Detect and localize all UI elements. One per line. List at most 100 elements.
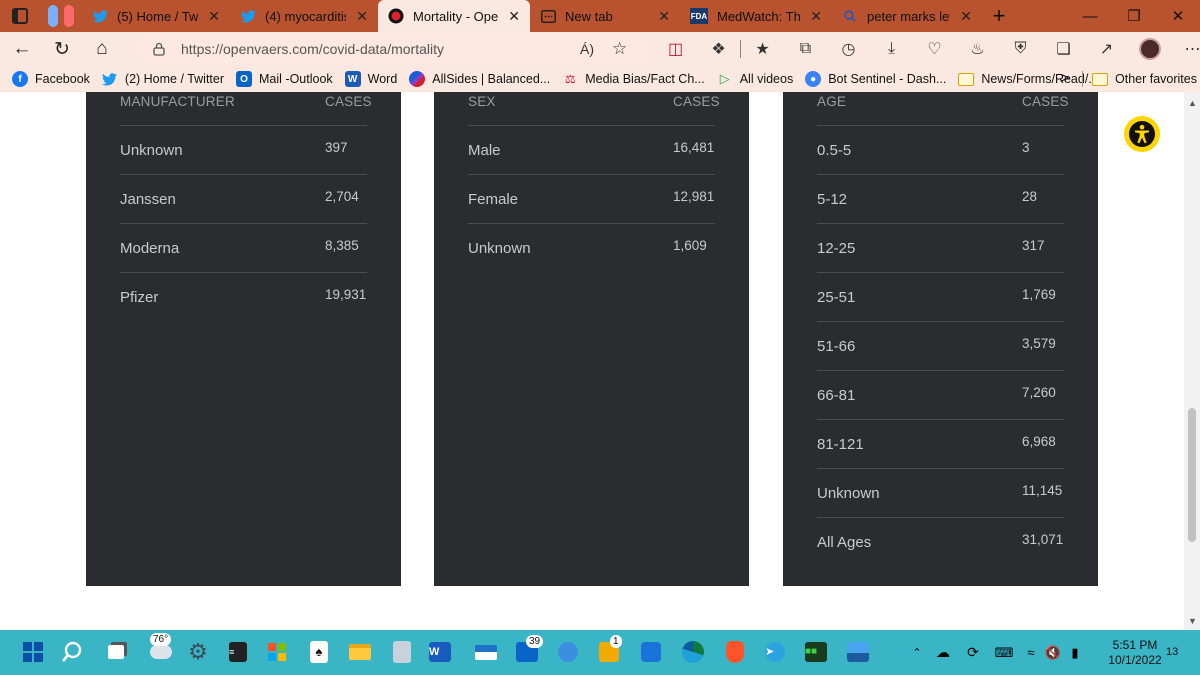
word-app[interactable]: W: [427, 639, 453, 665]
tab-medwatch[interactable]: FDA MedWatch: The FI ✕: [680, 0, 832, 32]
downloads-icon[interactable]: ⤓: [870, 40, 913, 58]
close-icon[interactable]: ✕: [658, 8, 670, 25]
row-divider: [817, 370, 1064, 371]
page-scrollbar[interactable]: ▲ ▼: [1184, 92, 1200, 630]
tab-label: Mortality - OpenV: [413, 8, 499, 24]
calculator-icon: ≡: [229, 642, 247, 662]
taskbar-clock[interactable]: 5:51 PM 10/1/2022: [1106, 638, 1164, 668]
sync-icon[interactable]: ⟳: [958, 644, 988, 661]
favorite-facebook[interactable]: f Facebook: [12, 71, 90, 87]
address-bar[interactable]: https://openvaers.com/covid-data/mortali…: [138, 35, 648, 63]
photos-app[interactable]: [845, 639, 871, 665]
favorite-outlook[interactable]: O Mail -Outlook: [236, 71, 333, 87]
close-icon[interactable]: ✕: [508, 8, 520, 25]
keyboard-icon[interactable]: ⌨: [988, 645, 1020, 661]
tab-new-tab[interactable]: New tab ✕: [530, 0, 680, 32]
health-icon[interactable]: ♡: [913, 39, 956, 59]
settings-app[interactable]: ⚙: [185, 639, 211, 665]
scroll-up-icon[interactable]: ▲: [1188, 98, 1197, 108]
read-aloud-icon[interactable]: Á): [580, 41, 594, 57]
favorite-allsides[interactable]: AllSides | Balanced...: [409, 71, 550, 87]
screenshot-icon[interactable]: ❏: [1042, 39, 1085, 59]
lock-icon[interactable]: [152, 42, 166, 56]
row-divider: [817, 174, 1064, 175]
focus-app[interactable]: [638, 639, 664, 665]
wifi-icon[interactable]: ≈: [1020, 645, 1042, 660]
close-icon[interactable]: ✕: [960, 8, 972, 25]
stocks-app[interactable]: ■■: [803, 639, 829, 665]
scroll-down-icon[interactable]: ▼: [1188, 616, 1197, 626]
refresh-icon: ↻: [54, 38, 70, 60]
favorite-mbfc[interactable]: ⚖ Media Bias/Fact Ch...: [562, 71, 705, 87]
favorite-twitter-home[interactable]: (2) Home / Twitter: [102, 71, 224, 87]
volume-muted-icon[interactable]: 🔇: [1042, 645, 1064, 661]
tab-actions-button[interactable]: [0, 0, 40, 32]
history-icon[interactable]: ◷: [827, 39, 870, 59]
favorite-bot-sentinel[interactable]: ● Bot Sentinel - Dash...: [805, 71, 946, 87]
mail-app[interactable]: [473, 639, 499, 665]
more-menu-icon[interactable]: ⋯: [1171, 39, 1200, 59]
file-explorer-app[interactable]: [347, 639, 373, 665]
favorites-icon[interactable]: ★: [741, 39, 784, 59]
tab-twitter-home[interactable]: (5) Home / Twitter ✕: [82, 0, 230, 32]
favorite-word[interactable]: W Word: [344, 71, 398, 87]
notifications-icon[interactable]: ♨: [956, 39, 999, 59]
calculator-app[interactable]: ≡: [225, 639, 251, 665]
messaging-app[interactable]: [555, 639, 581, 665]
accessibility-button[interactable]: [1124, 116, 1160, 152]
tab-peter-marks-search[interactable]: peter marks letter ✕: [832, 0, 982, 32]
edge-app[interactable]: [680, 639, 706, 665]
tray-overflow-icon[interactable]: ⌃: [906, 646, 928, 659]
task-view-button[interactable]: [103, 639, 129, 665]
scroll-thumb[interactable]: [1188, 408, 1196, 542]
table-row-value: 11,145: [1022, 483, 1063, 498]
window-close-icon[interactable]: ✕: [1156, 0, 1200, 32]
tab-group-blue[interactable]: [48, 5, 58, 27]
favorite-all-videos[interactable]: ▷ All videos: [717, 71, 794, 87]
close-icon[interactable]: ✕: [356, 8, 368, 25]
favorite-label: Word: [367, 72, 398, 86]
facebook-icon: f: [12, 71, 28, 87]
brave-app[interactable]: [722, 639, 748, 665]
home-button[interactable]: ⌂: [84, 34, 120, 64]
favorite-label: All videos: [739, 72, 794, 86]
collections-icon[interactable]: ⧉: [784, 40, 827, 58]
photos-icon: [847, 642, 869, 662]
store-app[interactable]: [264, 639, 290, 665]
weather-widget[interactable]: 76°: [146, 633, 176, 665]
other-favorites[interactable]: Other favorites: [1092, 71, 1197, 87]
close-icon[interactable]: ✕: [208, 8, 220, 25]
back-button[interactable]: ←: [4, 34, 40, 64]
onedrive-icon[interactable]: ☁: [928, 644, 958, 661]
tab-group-red[interactable]: [64, 5, 74, 27]
solitaire-app[interactable]: ♠: [306, 639, 332, 665]
refresh-button[interactable]: ↻: [44, 34, 80, 64]
table-row-value: 3,579: [1022, 336, 1056, 351]
manufacturer-panel: MANUFACTURER CASES Unknown 397 Janssen 2…: [86, 92, 401, 586]
calc-app[interactable]: [389, 639, 415, 665]
favorites-overflow-button[interactable]: >: [1060, 70, 1069, 88]
browser-essentials-icon[interactable]: ⛨: [999, 40, 1042, 58]
start-button[interactable]: [20, 639, 46, 665]
weather-temp: 76°: [150, 633, 172, 646]
minimize-icon[interactable]: —: [1068, 0, 1112, 32]
avatar[interactable]: [1128, 38, 1171, 60]
telegram-app[interactable]: ➤: [762, 639, 788, 665]
search-button[interactable]: [59, 639, 85, 665]
share-icon[interactable]: ↗: [1085, 39, 1128, 59]
battery-icon[interactable]: ▮: [1064, 645, 1086, 661]
extensions-icon[interactable]: ❖: [697, 39, 740, 59]
tab-mortality-openvaers[interactable]: Mortality - OpenV ✕: [378, 0, 530, 32]
favorite-news-folder[interactable]: News/Forms/Read/...: [958, 71, 1099, 87]
ublock-icon[interactable]: ◫: [654, 39, 697, 59]
notification-count[interactable]: 13: [1166, 646, 1178, 658]
url-text[interactable]: https://openvaers.com/covid-data/mortali…: [181, 41, 444, 57]
bitcoin-app[interactable]: 1: [596, 635, 622, 665]
add-favorite-icon[interactable]: ☆: [612, 39, 627, 59]
outlook-app[interactable]: 39: [514, 635, 544, 665]
tab-myocarditis[interactable]: (4) myocarditis (fr ✕: [230, 0, 378, 32]
close-icon[interactable]: ✕: [810, 8, 822, 25]
app-badge: 1: [610, 635, 622, 648]
new-tab-button[interactable]: +: [986, 3, 1012, 29]
restore-icon[interactable]: ❐: [1112, 0, 1156, 32]
